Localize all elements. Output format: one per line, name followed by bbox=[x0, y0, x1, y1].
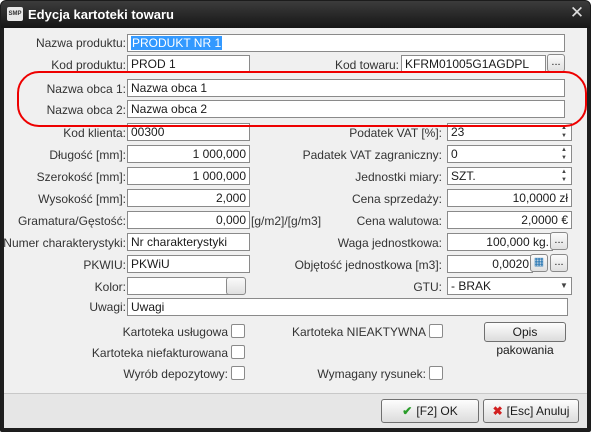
kartoteka-nieaktywna-label: Kartoteka NIEAKTYWNA bbox=[291, 325, 426, 339]
kod-towaru-browse-button[interactable]: ... bbox=[547, 54, 565, 72]
dlugosc-label: Długość [mm]: bbox=[49, 148, 126, 162]
nazwa-obca-2-label: Nazwa obca 2: bbox=[46, 103, 126, 117]
podatek-vat-zagr-select[interactable]: 0 ▲ ▼ bbox=[447, 145, 572, 163]
gramatura-unit: [g/m2]/[g/m3] bbox=[251, 214, 322, 228]
opis-pakowania-button[interactable]: Opis pakowania bbox=[484, 322, 566, 357]
window-title: Edycja kartoteki towaru bbox=[28, 7, 174, 22]
nazwa-produktu-value: PRODUKT NR 1 bbox=[131, 36, 223, 50]
numer-charakterystyki-input[interactable]: Nr charakterystyki bbox=[127, 233, 250, 251]
wyrob-depozytowy-label: Wyrób depozytowy: bbox=[123, 367, 228, 381]
podatek-vat-zagr-label: Padatek VAT zagraniczny: bbox=[302, 148, 442, 162]
kartoteka-uslugowa-label: Kartoteka usługowa bbox=[122, 325, 228, 339]
wysokosc-input[interactable]: 2,000 bbox=[127, 189, 250, 207]
cena-walutowa-input[interactable]: 2,0000 € bbox=[447, 211, 572, 229]
szerokosc-input[interactable]: 1 000,000 bbox=[127, 167, 250, 185]
dialog-body: Nazwa produktu: PRODUKT NR 1 Kod produkt… bbox=[3, 28, 587, 428]
nazwa-produktu-input[interactable]: PRODUKT NR 1 bbox=[127, 34, 565, 52]
pkwiu-label: PKWIU: bbox=[83, 258, 126, 272]
cena-sprzedazy-input[interactable]: 10,0000 zł bbox=[447, 189, 572, 207]
kartoteka-niefakturowana-label: Kartoteka niefakturowana bbox=[91, 346, 228, 360]
color-picker-button[interactable] bbox=[226, 277, 246, 295]
kod-klienta-label: Kod klienta: bbox=[63, 126, 126, 140]
nazwa-obca-1-label: Nazwa obca 1: bbox=[46, 82, 126, 96]
cancel-button[interactable]: ✖ [Esc] Anuluj bbox=[483, 399, 579, 423]
wymagany-rysunek-checkbox[interactable] bbox=[429, 366, 443, 380]
gtu-label: GTU: bbox=[413, 280, 442, 294]
title-bar: SMP Edycja kartoteki towaru ✕ bbox=[1, 1, 590, 28]
wymagany-rysunek-label: Wymagany rysunek: bbox=[317, 367, 426, 381]
objetosc-input[interactable]: 0,0020 bbox=[447, 255, 533, 273]
kod-klienta-input[interactable]: 00300 bbox=[127, 123, 250, 141]
waga-jednostkowa-input[interactable]: 100,000 kg. bbox=[447, 233, 553, 251]
podatek-vat-select[interactable]: 23 ▲ ▼ bbox=[447, 123, 572, 141]
kolor-input[interactable] bbox=[127, 277, 229, 295]
cena-walutowa-label: Cena walutowa: bbox=[356, 214, 442, 228]
kolor-label: Kolor: bbox=[94, 280, 126, 294]
dialog-window: SMP Edycja kartoteki towaru ✕ Nazwa prod… bbox=[0, 0, 591, 432]
wyrob-depozytowy-checkbox[interactable] bbox=[231, 366, 245, 380]
objetosc-label: Objętość jednostkowa [m3]: bbox=[294, 258, 442, 272]
kod-produktu-input[interactable]: PROD 1 bbox=[127, 55, 250, 73]
numer-charakterystyki-label: Numer charakterystyki: bbox=[3, 236, 126, 250]
chevron-down-icon[interactable]: ▼ bbox=[559, 278, 569, 294]
calculator-icon[interactable]: ▦ bbox=[530, 254, 548, 272]
spin-icon[interactable]: ▲ ▼ bbox=[559, 124, 569, 140]
kartoteka-niefakturowana-checkbox[interactable] bbox=[231, 345, 245, 359]
podatek-vat-label: Podatek VAT [%]: bbox=[349, 126, 442, 140]
spin-icon[interactable]: ▲ ▼ bbox=[559, 146, 569, 162]
ok-button[interactable]: ✔ [F2] OK bbox=[381, 399, 479, 423]
pkwiu-input[interactable]: PKWiU bbox=[127, 255, 250, 273]
kod-towaru-label: Kod towaru: bbox=[334, 58, 399, 72]
uwagi-input[interactable]: Uwagi bbox=[127, 298, 568, 316]
cancel-button-label: [Esc] Anuluj bbox=[506, 404, 570, 418]
ok-button-label: [F2] OK bbox=[416, 404, 458, 418]
szerokosc-label: Szerokość [mm]: bbox=[36, 170, 126, 184]
kod-towaru-input[interactable]: KFRM01005G1AGDPL bbox=[401, 55, 546, 73]
kod-produktu-label: Kod produktu: bbox=[51, 58, 126, 72]
nazwa-produktu-label: Nazwa produktu: bbox=[35, 36, 126, 50]
close-icon[interactable]: ✕ bbox=[568, 4, 586, 22]
nazwa-obca-2-input[interactable]: Nazwa obca 2 bbox=[127, 100, 565, 118]
check-icon: ✔ bbox=[402, 404, 413, 418]
podatek-vat-value: 23 bbox=[451, 125, 465, 139]
gramatura-input[interactable]: 0,000 bbox=[127, 211, 250, 229]
waga-jednostkowa-label: Waga jednostkowa: bbox=[337, 236, 442, 250]
cancel-x-icon: ✖ bbox=[492, 404, 503, 418]
jednostki-miary-select[interactable]: SZT. ▲ ▼ bbox=[447, 167, 572, 185]
gtu-value: - BRAK bbox=[451, 279, 492, 293]
gramatura-label: Gramatura/Gęstość: bbox=[17, 214, 126, 228]
bottom-button-bar: ✔ [F2] OK ✖ [Esc] Anuluj bbox=[4, 394, 587, 428]
spin-icon[interactable]: ▲ ▼ bbox=[559, 168, 569, 184]
waga-browse-button[interactable]: ... bbox=[550, 232, 568, 250]
uwagi-label: Uwagi: bbox=[89, 300, 126, 314]
jednostki-miary-value: SZT. bbox=[451, 169, 476, 183]
jednostki-miary-label: Jednostki miary: bbox=[355, 170, 442, 184]
podatek-vat-zagr-value: 0 bbox=[451, 147, 458, 161]
kartoteka-nieaktywna-checkbox[interactable] bbox=[429, 324, 443, 338]
nazwa-obca-1-input[interactable]: Nazwa obca 1 bbox=[127, 79, 565, 97]
objetosc-browse-button[interactable]: ... bbox=[550, 254, 568, 272]
gtu-select[interactable]: - BRAK ▼ bbox=[447, 277, 572, 295]
kartoteka-uslugowa-checkbox[interactable] bbox=[231, 324, 245, 338]
app-logo-icon: SMP bbox=[7, 7, 23, 21]
dlugosc-input[interactable]: 1 000,000 bbox=[127, 145, 250, 163]
wysokosc-label: Wysokość [mm]: bbox=[38, 192, 126, 206]
cena-sprzedazy-label: Cena sprzedaży: bbox=[351, 192, 442, 206]
